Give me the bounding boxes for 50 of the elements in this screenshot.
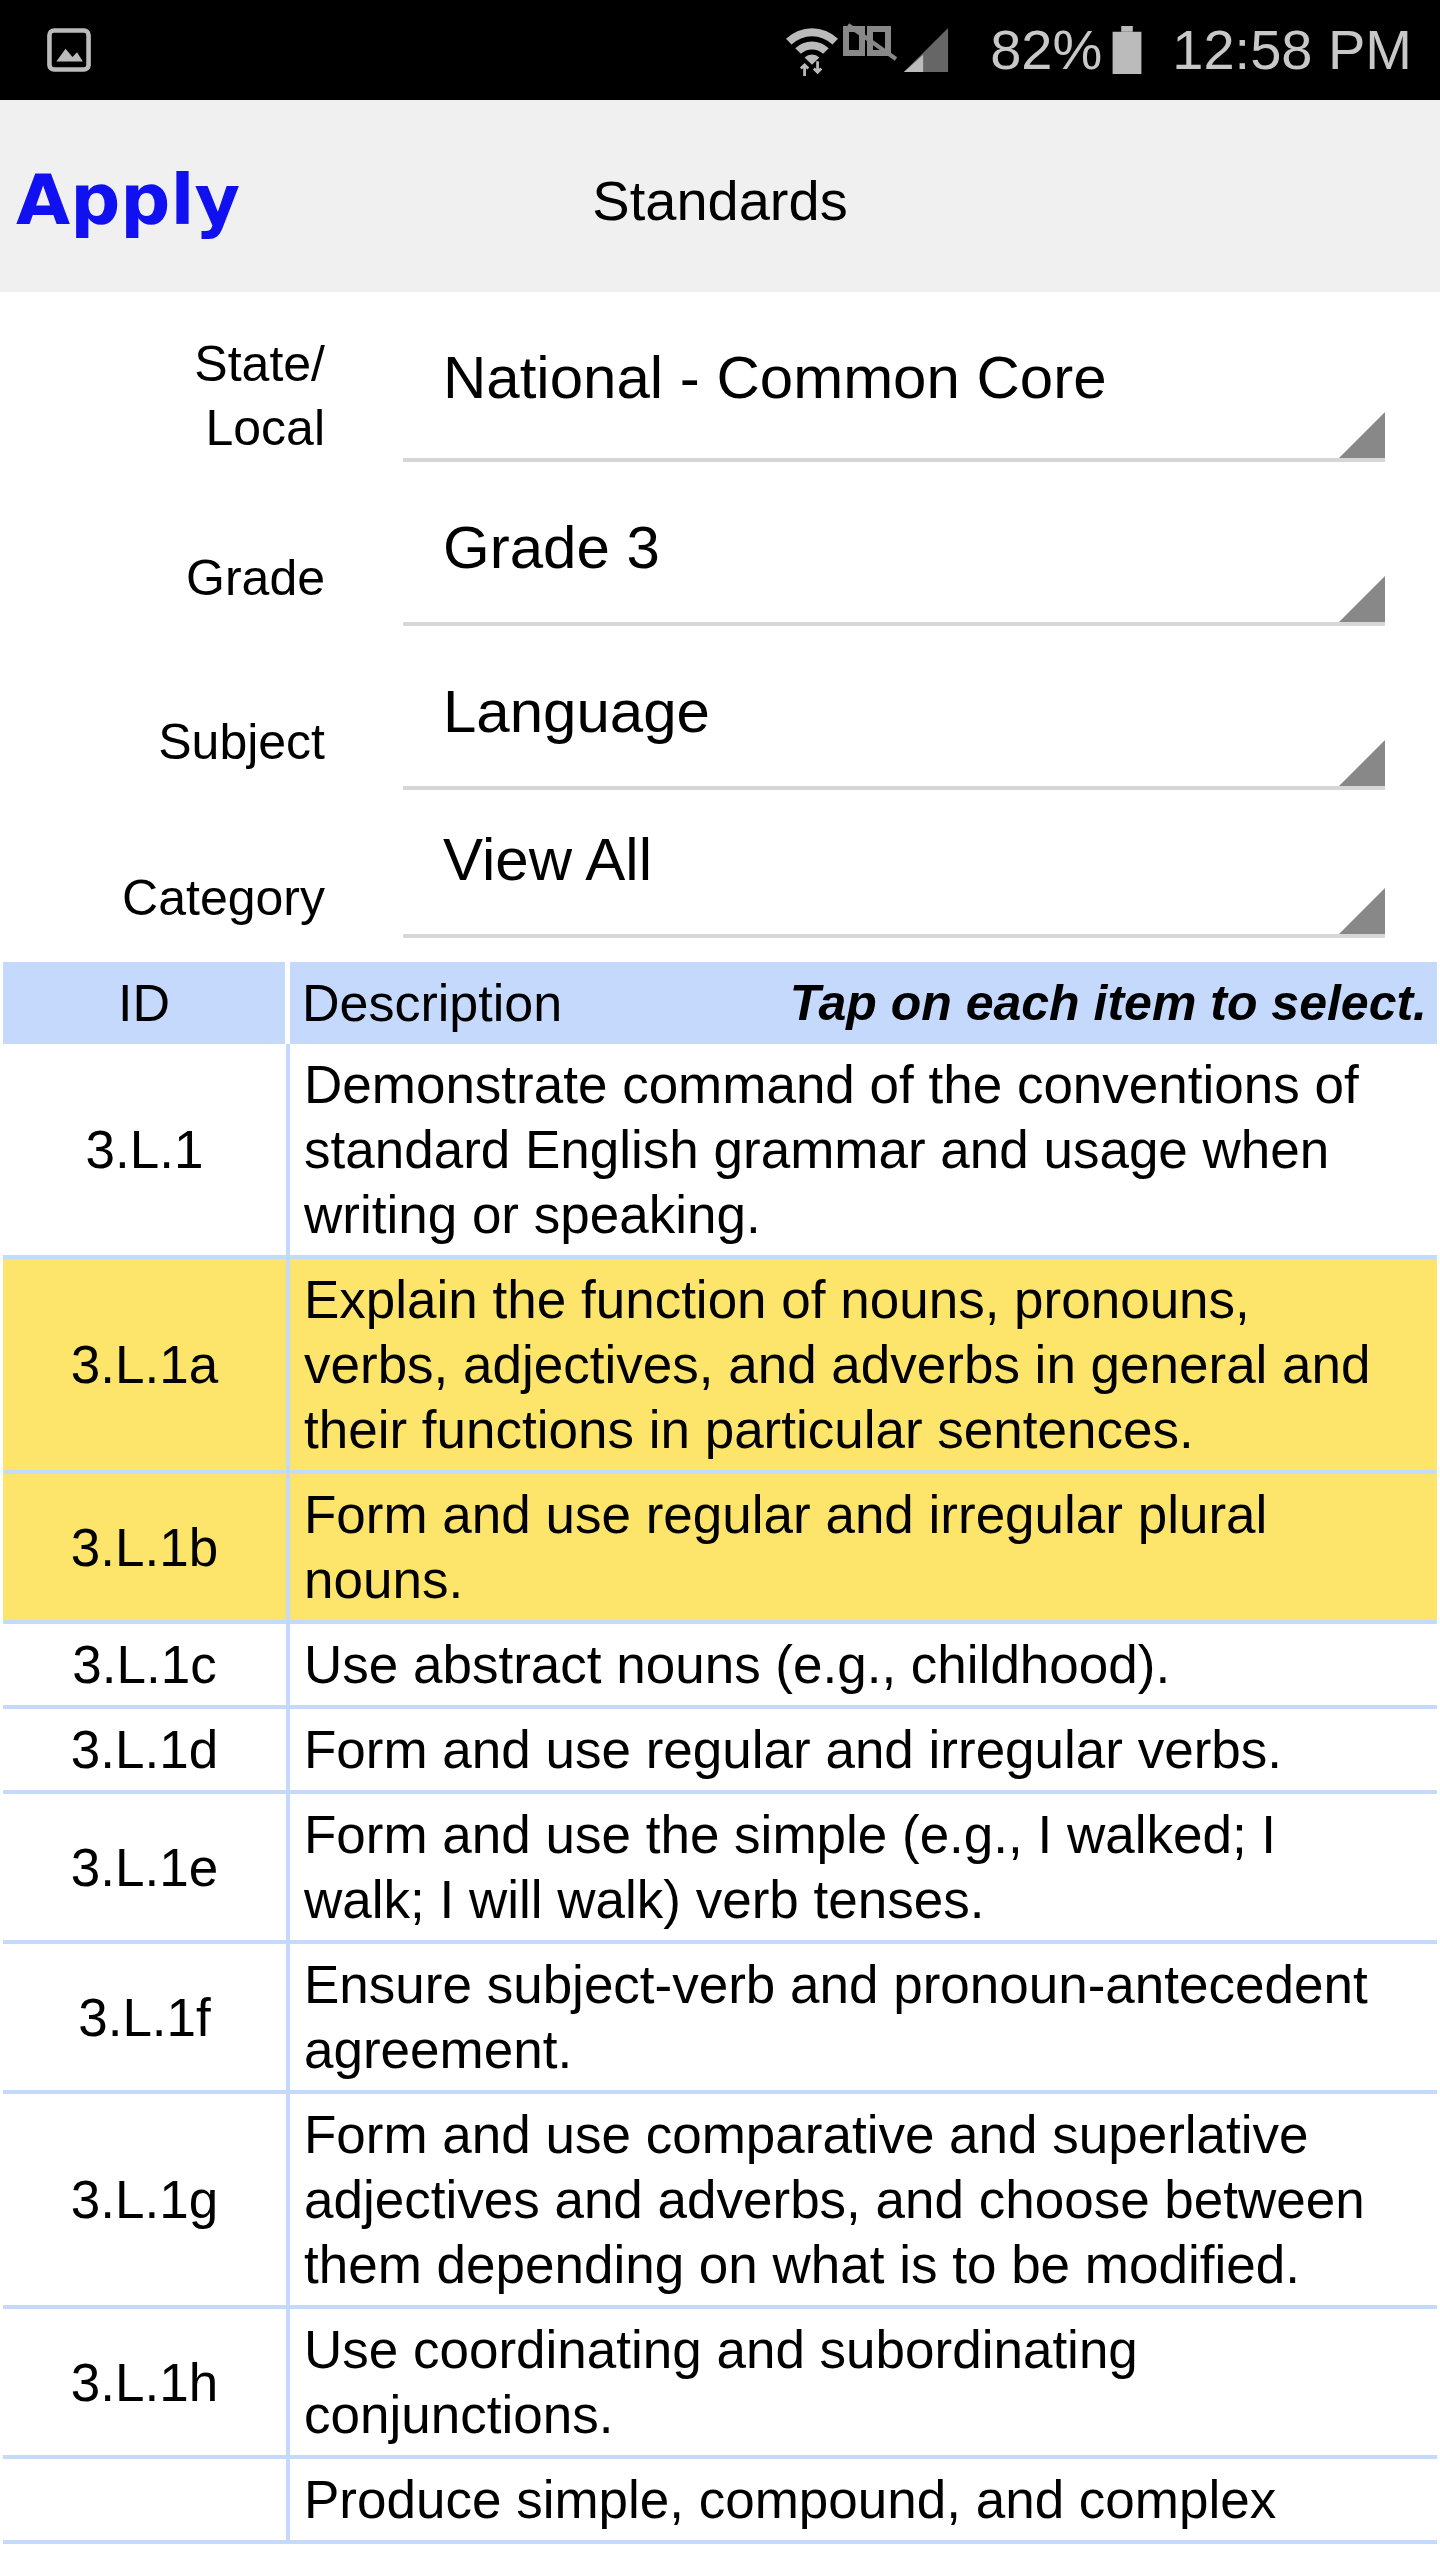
dropdown-corner-icon <box>1339 740 1385 786</box>
battery-icon <box>1112 26 1143 74</box>
dropdown[interactable]: National - Common Core <box>403 326 1385 462</box>
signal-icon <box>902 26 951 74</box>
clock: 12:58 PM <box>1172 20 1412 80</box>
field-label: State/ Local <box>193 335 325 458</box>
table-cell-text: Use abstract nouns (e.g., childhood). <box>303 1634 1172 1696</box>
image-icon <box>46 27 92 73</box>
table-cell-text: Form and use the simple (e.g., I walked; I walk; I will walk) verb tenses. <box>303 1804 1278 1931</box>
table-cell-text: Ensure subject-verb and pronoun-antecedent agreement. <box>303 1954 1369 2081</box>
dropdown[interactable]: Language <box>403 660 1385 790</box>
table-cell: 3.L.1f <box>3 1944 290 2090</box>
screen-title: Standards <box>592 167 848 234</box>
table-row[interactable]: 3.L.1a Explain the function of nouns, pronouns, verbs, adjectives, and adverbs in general and their functions in particular sentences. <box>3 1259 1437 1474</box>
table-cell-text: Produce simple, compound, and complex <box>303 2469 1278 2531</box>
dropdown[interactable]: View All <box>403 824 1385 938</box>
table-cell-text: Use coordinating and subordinating conjunctions. <box>303 2319 1139 2446</box>
table-cell: 3.L.1d <box>3 1709 290 1790</box>
dropdown-corner-icon <box>1339 576 1385 622</box>
table-cell-text: Explain the function of nouns, pronouns, verbs, adjectives, and adverbs in general and their functions in particular sentences. <box>303 1269 1372 1461</box>
table-cell-text: Form and use regular and irregular plural nouns. <box>303 1484 1269 1611</box>
field-label: Category <box>121 869 325 928</box>
table-cell: 3.L.1a <box>3 1259 290 1470</box>
table-cell-text: Form and use regular and irregular verbs. <box>303 1719 1283 1781</box>
table-cell: 3.L.1h <box>3 2309 290 2455</box>
dropdown-corner-icon <box>1339 888 1385 934</box>
table-row[interactable]: 3.L.1b Form and use regular and irregular plural nouns. <box>3 1474 1437 1624</box>
table-row[interactable]: 3.L.1h Use coordinating and subordinating conjunctions. <box>3 2309 1437 2459</box>
table-row[interactable]: 3.L.1c Use abstract nouns (e.g., childhood). <box>3 1624 1437 1709</box>
table-row[interactable]: 3.L.1f Ensure subject-verb and pronoun-antecedent agreement. <box>3 1944 1437 2094</box>
apply-button[interactable]: Apply <box>0 159 240 241</box>
dropdown-corner-icon <box>1339 412 1385 458</box>
table-row[interactable]: 3.L.1g Form and use comparative and superlative adjectives and adverbs, and choose between them depending on what is to be modified. <box>3 2094 1437 2309</box>
table-cell: 3.L.1b <box>3 1474 290 1620</box>
table-cell: 3.L.1g <box>3 2094 290 2305</box>
table-cell-text: Demonstrate command of the conventions of standard English grammar and usage when writing or speaking. <box>303 1054 1360 1246</box>
table-cell: 3.L.1e <box>3 1794 290 1940</box>
table-row[interactable]: 3.L.1d Form and use regular and irregular verbs. <box>3 1709 1437 1794</box>
battery-percent: 82% <box>990 20 1103 80</box>
table-row[interactable]: 3.L.1e Form and use the simple (e.g., I walked; I walk; I will walk) verb tenses. <box>3 1794 1437 1944</box>
hint-text: Tap on each item to select. <box>789 974 1427 1032</box>
field-label: Subject <box>157 713 325 772</box>
field-label: Grade <box>185 549 325 608</box>
table-cell: 3.L.1 <box>3 1044 290 1255</box>
table-row[interactable]: Produce simple, compound, and complex <box>3 2459 1437 2544</box>
dropdown[interactable]: Grade 3 <box>403 496 1385 626</box>
table-cell-text: Form and use comparative and superlative adjectives and adverbs, and choose between them depending on what is to be modified. <box>303 2104 1366 2296</box>
table-row[interactable]: 3.L.1 Demonstrate command of the conventions of standard English grammar and usage when writing or speaking. <box>3 1044 1437 1259</box>
table-cell: 3.L.1c <box>3 1624 290 1705</box>
column-header: Description <box>302 973 563 1033</box>
